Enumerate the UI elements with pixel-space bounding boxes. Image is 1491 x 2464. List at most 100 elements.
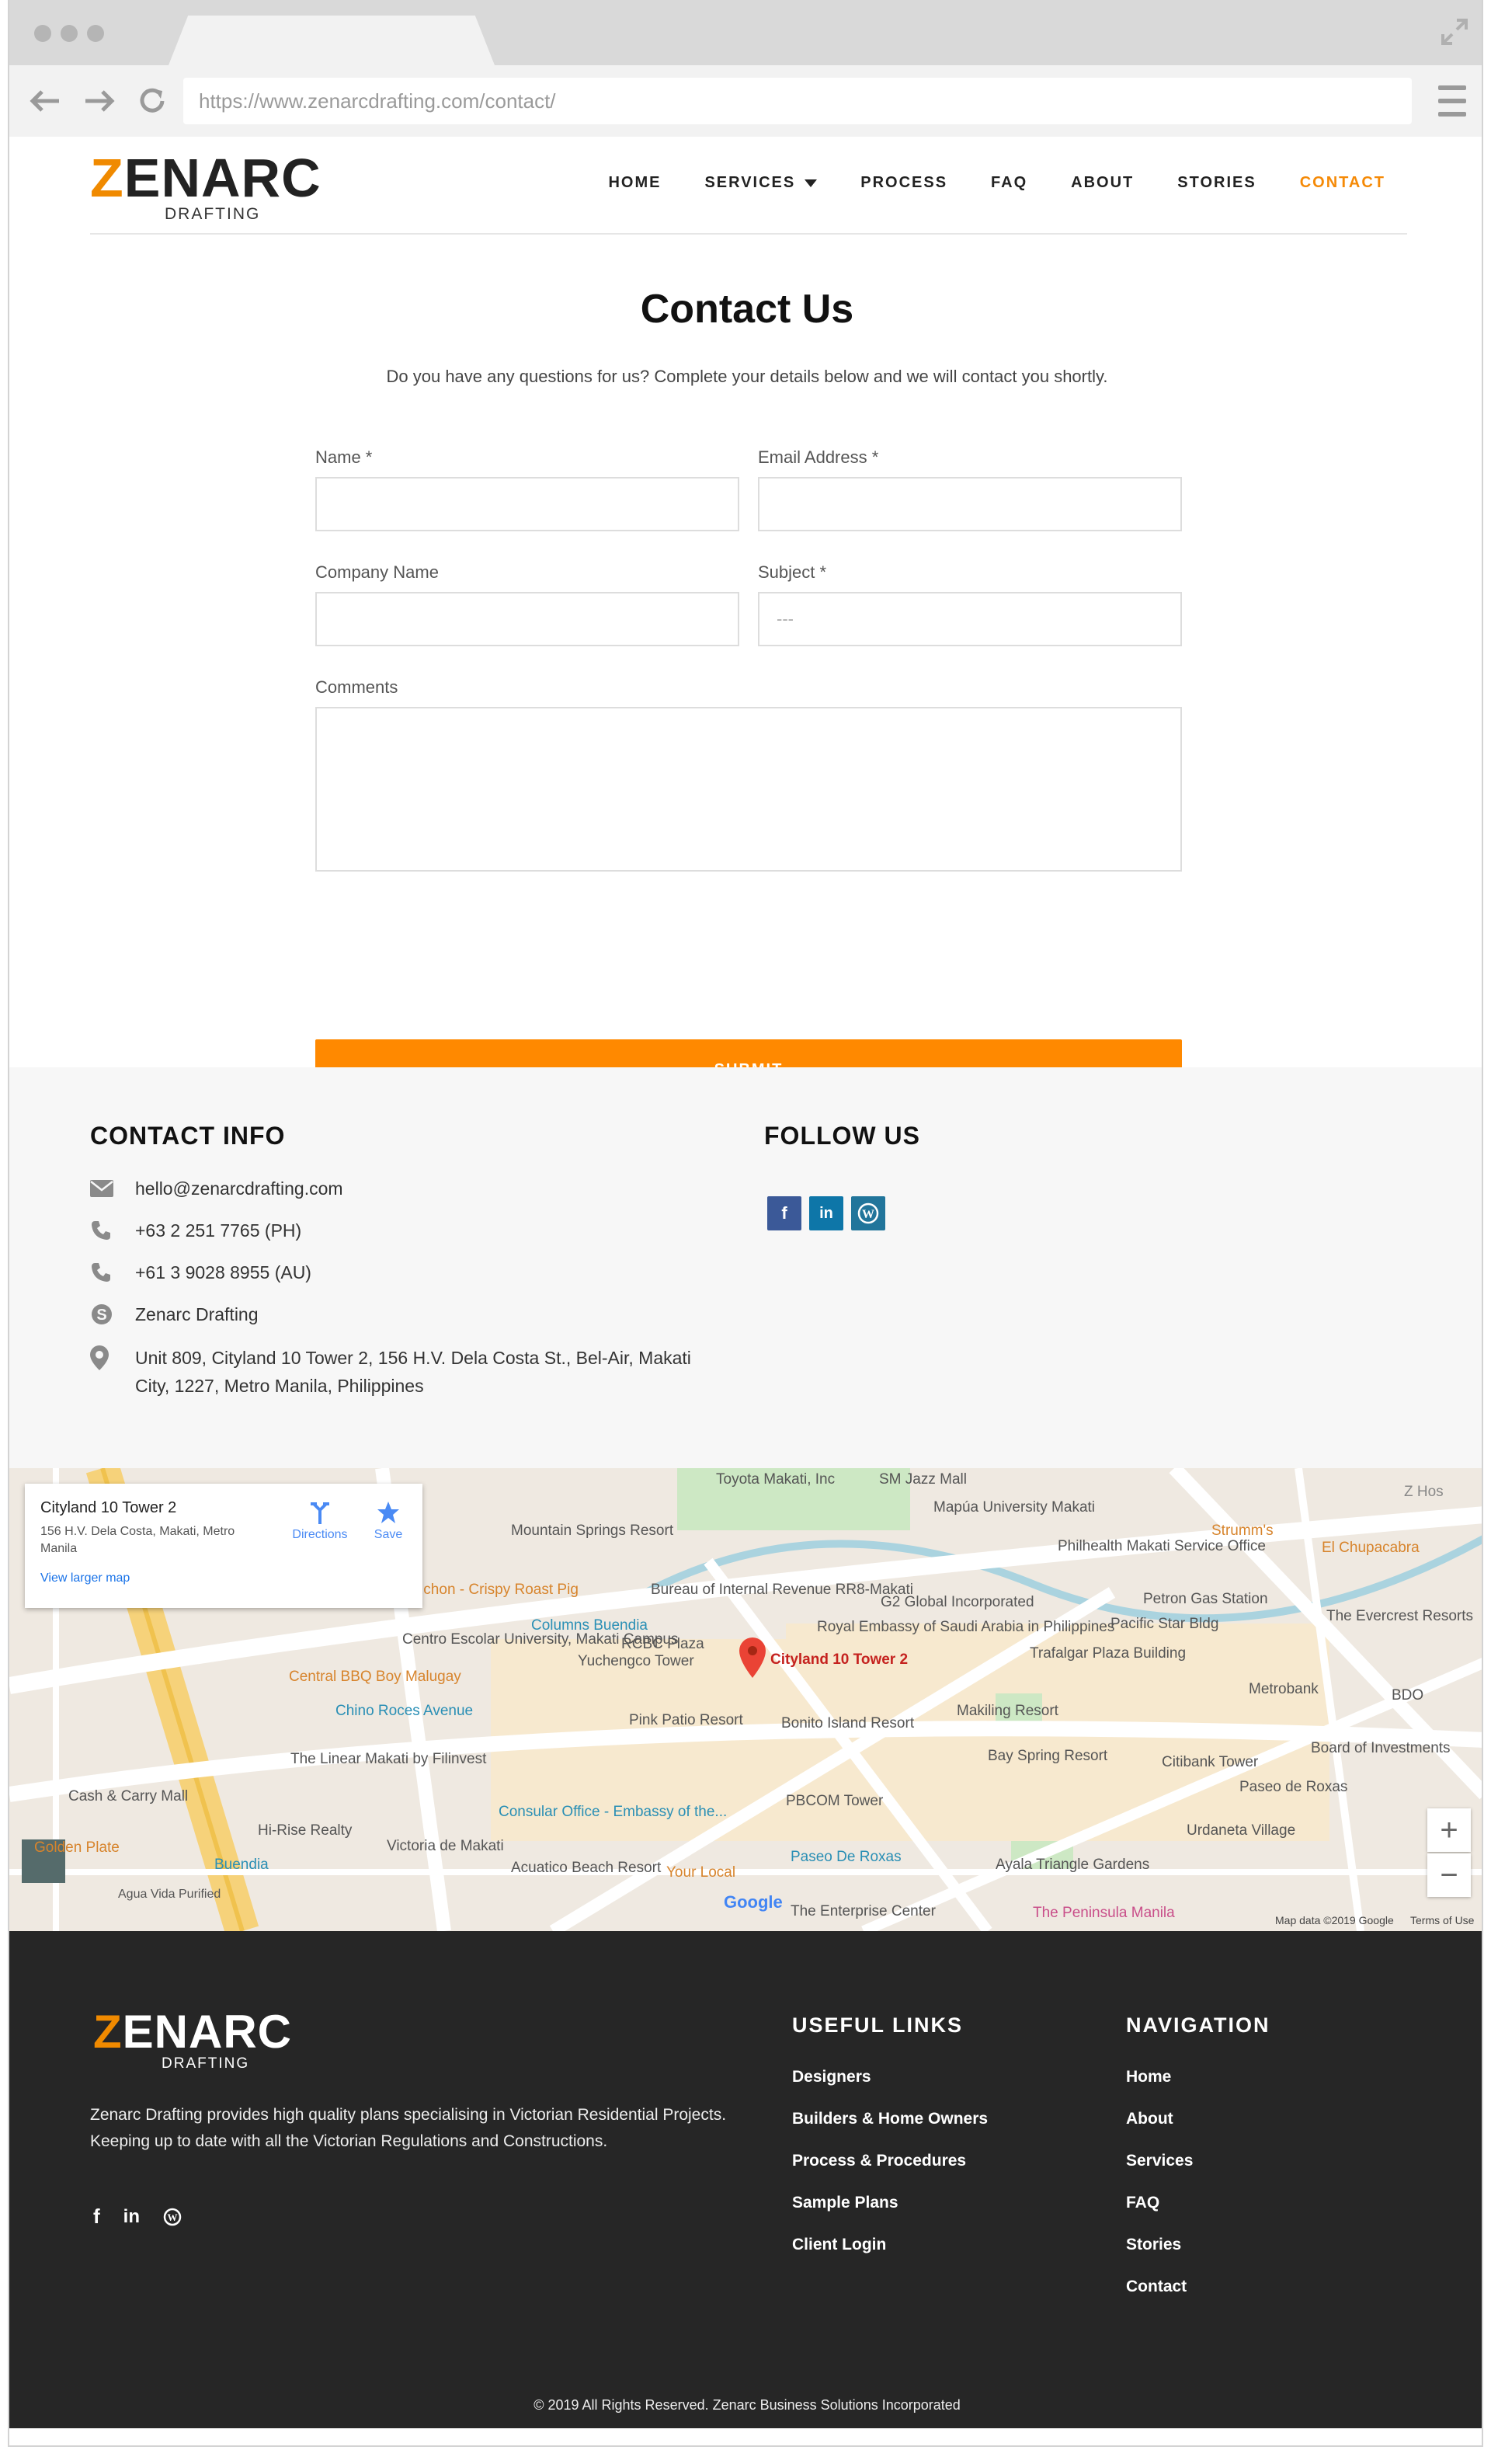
map-label: Petron Gas Station bbox=[1143, 1591, 1268, 1607]
zenarc-logo[interactable]: ZENARC DRAFTING bbox=[90, 151, 346, 228]
map-label: Victoria de Makati bbox=[387, 1838, 504, 1854]
map-label: Z Hos bbox=[1404, 1484, 1444, 1500]
facebook-icon[interactable]: f bbox=[767, 1196, 801, 1230]
contact-info-section: CONTACT INFO hello@zenarcdrafting.com +6… bbox=[9, 1067, 1482, 1468]
nav-faq[interactable]: FAQ bbox=[991, 174, 1027, 192]
footer-nav-stories[interactable]: Stories bbox=[1126, 2236, 1181, 2254]
company-input[interactable] bbox=[315, 592, 739, 646]
map-label: Mapúa University Makati bbox=[933, 1499, 1096, 1516]
browser-tab[interactable] bbox=[169, 16, 495, 65]
phone-icon bbox=[90, 1258, 121, 1286]
footer-nav-services[interactable]: Services bbox=[1126, 2152, 1193, 2170]
nav-services[interactable]: SERVICES bbox=[704, 174, 818, 192]
company-label: Company Name bbox=[315, 562, 439, 582]
footer-social-icons: f in W bbox=[93, 2205, 182, 2229]
map-label: Philhealth Makati Service Office bbox=[1058, 1538, 1266, 1554]
phone-icon bbox=[90, 1216, 121, 1244]
map-label: Bonito Island Resort bbox=[781, 1715, 915, 1731]
window-close-dot[interactable] bbox=[34, 25, 51, 42]
map-label: The Linear Makati by Filinvest bbox=[290, 1751, 487, 1767]
map-label: The Peninsula Manila bbox=[1033, 1905, 1175, 1921]
footer-nav-about[interactable]: About bbox=[1126, 2110, 1173, 2128]
map-label: Mountain Springs Resort bbox=[511, 1523, 674, 1539]
footer-link-designers[interactable]: Designers bbox=[792, 2068, 871, 2086]
map-label: Metrobank bbox=[1249, 1681, 1319, 1697]
map-label: Buendia bbox=[214, 1857, 269, 1873]
subject-select[interactable]: --- bbox=[758, 592, 1182, 646]
caret-down-icon bbox=[805, 179, 818, 187]
navigation-title: NAVIGATION bbox=[1126, 2013, 1270, 2037]
map-label: The Evercrest Resorts bbox=[1326, 1608, 1473, 1624]
footer-logo[interactable]: ZENARC DRAFTING bbox=[93, 2009, 349, 2086]
subject-value: --- bbox=[777, 609, 794, 628]
terms-link[interactable]: Terms of Use bbox=[1410, 1914, 1474, 1926]
zoom-in-button[interactable]: + bbox=[1427, 1808, 1471, 1852]
address-line-1: Unit 809, Cityland 10 Tower 2, 156 H.V. … bbox=[135, 1348, 691, 1368]
wordpress-icon[interactable]: W bbox=[851, 1196, 885, 1230]
map-label: G2 Global Incorporated bbox=[881, 1594, 1034, 1610]
back-arrow-icon[interactable] bbox=[28, 84, 62, 118]
footer-link-builders[interactable]: Builders & Home Owners bbox=[792, 2110, 988, 2128]
footer-nav-home[interactable]: Home bbox=[1126, 2068, 1171, 2086]
place-address: 156 H.V. Dela Costa, Makati, Metro Manil… bbox=[40, 1525, 235, 1555]
google-map[interactable]: Toyota Makati, Inc SM Jazz Mall Mapúa Un… bbox=[9, 1468, 1482, 1931]
forward-arrow-icon[interactable] bbox=[82, 84, 116, 118]
zoom-out-button[interactable]: − bbox=[1427, 1853, 1471, 1897]
subject-label: Subject * bbox=[758, 562, 827, 582]
directions-icon bbox=[311, 1502, 329, 1524]
name-label: Name * bbox=[315, 447, 373, 467]
email-text[interactable]: hello@zenarcdrafting.com bbox=[135, 1175, 343, 1202]
linkedin-icon[interactable]: in bbox=[809, 1196, 843, 1230]
nav-home[interactable]: HOME bbox=[608, 174, 661, 192]
copyright-text: © 2019 All Rights Reserved. Zenarc Busin… bbox=[533, 2397, 961, 2413]
window-maximize-dot[interactable] bbox=[87, 25, 104, 42]
svg-text:W: W bbox=[862, 1208, 874, 1221]
footer-nav-faq[interactable]: FAQ bbox=[1126, 2194, 1159, 2212]
nav-process[interactable]: PROCESS bbox=[860, 174, 947, 192]
star-icon bbox=[377, 1502, 399, 1523]
phone-au-text: +61 3 9028 8955 (AU) bbox=[135, 1262, 311, 1282]
name-input[interactable] bbox=[315, 477, 739, 531]
footer-link-process[interactable]: Process & Procedures bbox=[792, 2152, 966, 2170]
map-label: Your Local bbox=[666, 1864, 736, 1881]
phone-ph-row: +63 2 251 7765 (PH) bbox=[90, 1216, 301, 1244]
map-label: Pacific Star Bldg bbox=[1110, 1616, 1219, 1632]
map-label: Bay Spring Resort bbox=[988, 1748, 1108, 1764]
map-label: Board of Investments bbox=[1311, 1740, 1451, 1756]
main-navigation: HOME SERVICES PROCESS FAQ ABOUT STORIES … bbox=[608, 174, 1385, 192]
skype-icon: S bbox=[90, 1300, 121, 1328]
map-label: Ayala Triangle Gardens bbox=[996, 1857, 1150, 1873]
map-label: Cash & Carry Mall bbox=[68, 1788, 189, 1804]
map-label: Citibank Tower bbox=[1162, 1754, 1259, 1770]
save-place-button[interactable]: Save bbox=[365, 1501, 412, 1542]
directions-button[interactable]: Directions bbox=[281, 1501, 359, 1542]
facebook-icon[interactable]: f bbox=[93, 2205, 100, 2229]
location-pin-icon[interactable] bbox=[739, 1637, 766, 1678]
nav-contact[interactable]: CONTACT bbox=[1300, 174, 1385, 192]
map-label: Paseo De Roxas bbox=[791, 1849, 902, 1865]
footer-link-client-login[interactable]: Client Login bbox=[792, 2236, 886, 2254]
browser-window: https://www.zenarcdrafting.com/contact/ … bbox=[8, 0, 1483, 2447]
reload-icon[interactable] bbox=[135, 84, 169, 118]
address-line-2: City, 1227, Metro Manila, Philippines bbox=[135, 1376, 424, 1396]
email-row: hello@zenarcdrafting.com bbox=[90, 1175, 343, 1202]
address-bar[interactable]: https://www.zenarcdrafting.com/contact/ bbox=[183, 78, 1412, 124]
window-minimize-dot[interactable] bbox=[61, 25, 78, 42]
address-row: Unit 809, Cityland 10 Tower 2, 156 H.V. … bbox=[90, 1344, 691, 1400]
map-label: Paseo de Roxas bbox=[1239, 1779, 1348, 1795]
envelope-icon bbox=[90, 1175, 121, 1202]
nav-stories[interactable]: STORIES bbox=[1177, 174, 1256, 192]
footer-link-sample-plans[interactable]: Sample Plans bbox=[792, 2194, 898, 2212]
view-larger-map-link[interactable]: View larger map bbox=[40, 1571, 407, 1585]
footer-nav-contact[interactable]: Contact bbox=[1126, 2278, 1187, 2296]
browser-menu-icon[interactable] bbox=[1438, 85, 1466, 117]
map-label: Bureau of Internal Revenue RR8-Makati bbox=[651, 1582, 913, 1598]
fullscreen-icon[interactable] bbox=[1440, 17, 1469, 47]
wordpress-icon[interactable]: W bbox=[163, 2208, 182, 2226]
site-header: ZENARC DRAFTING HOME SERVICES PROCESS FA… bbox=[90, 137, 1407, 235]
map-label: Strumm's bbox=[1211, 1523, 1274, 1539]
nav-about[interactable]: ABOUT bbox=[1071, 174, 1134, 192]
comments-textarea[interactable] bbox=[315, 707, 1182, 872]
linkedin-icon[interactable]: in bbox=[123, 2206, 140, 2228]
email-input[interactable] bbox=[758, 477, 1182, 531]
